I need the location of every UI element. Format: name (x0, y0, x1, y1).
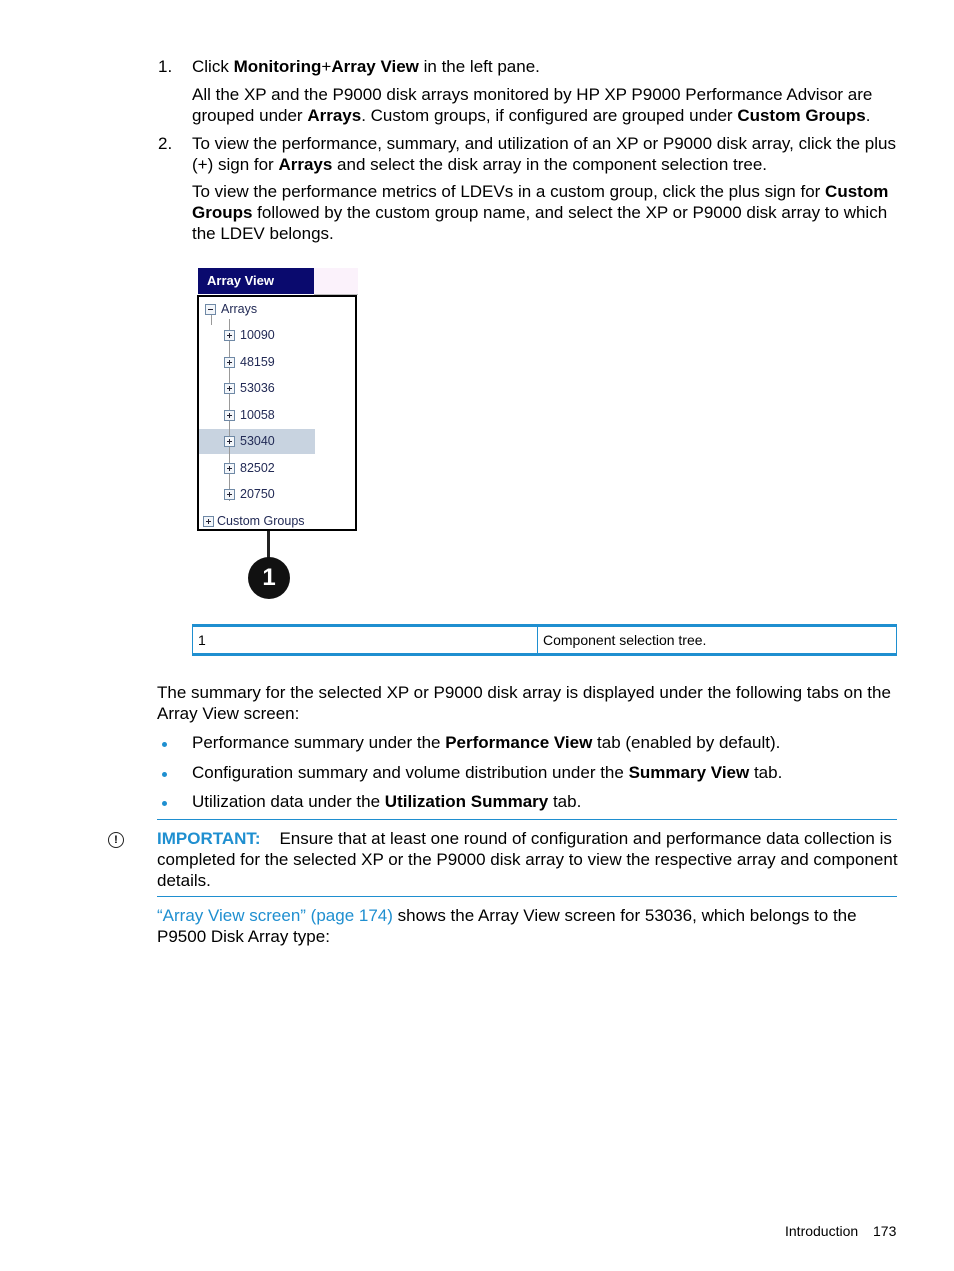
tab-name: Performance View (445, 733, 593, 752)
text: tab. (749, 763, 783, 782)
step-1-text: Click Monitoring+Array View in the left … (192, 56, 902, 77)
array-view-screen-link[interactable]: “Array View screen” (page 174) (157, 906, 393, 925)
expand-icon[interactable] (224, 357, 235, 368)
bullet-item: Utilization data under the Utilization S… (192, 791, 581, 812)
expand-icon[interactable] (224, 383, 235, 394)
text: tab (enabled by default). (592, 733, 781, 752)
bullet-icon (162, 801, 167, 806)
expand-icon[interactable] (224, 436, 235, 447)
footer-section: Introduction (785, 1223, 859, 1239)
text: Click (192, 57, 234, 76)
tree-node-array[interactable]: 10090 (224, 325, 275, 345)
tree-node-array[interactable]: 10058 (224, 405, 275, 425)
tab-name: Summary View (628, 763, 750, 782)
tree-node-array[interactable]: 48159 (224, 352, 275, 372)
bullet-icon (162, 772, 167, 777)
component-selection-tree: Arrays 10090 48159 53036 10058 53040 825… (197, 295, 357, 531)
callout-legend-table: 1 Component selection tree. (192, 624, 897, 656)
text: To view the performance metrics of LDEVs… (192, 182, 826, 201)
node-label: Custom Groups (217, 514, 305, 528)
text: tab. (548, 792, 582, 811)
expand-icon[interactable] (224, 330, 235, 341)
text: . Custom groups, if configured are group… (361, 106, 738, 125)
node-label: 20750 (240, 487, 275, 501)
callout-marker: 1 (248, 557, 290, 599)
node-label: 53040 (240, 434, 275, 448)
step-2-text: To view the performance, summary, and ut… (192, 133, 897, 175)
important-note: IMPORTANT: Ensure that at least one roun… (157, 828, 902, 891)
important-icon: ! (108, 832, 124, 848)
node-label: Arrays (221, 302, 258, 316)
collapse-icon[interactable] (205, 304, 216, 315)
important-label: IMPORTANT: (157, 829, 261, 848)
text: followed by the custom group name, and s… (192, 203, 888, 243)
tree-node-array[interactable]: 82502 (224, 458, 275, 478)
step-2-detail: To view the performance metrics of LDEVs… (192, 181, 902, 244)
table-row: 1 Component selection tree. (192, 625, 897, 655)
node-label: 10058 (240, 408, 275, 422)
bullet-icon (162, 742, 167, 747)
divider (157, 896, 897, 897)
important-text: Ensure that at least one round of config… (157, 829, 898, 890)
callout-description: Component selection tree. (537, 625, 897, 655)
text: Performance summary under the (192, 733, 446, 752)
page-number: 173 (873, 1223, 897, 1239)
array-view-header: Array View (198, 268, 314, 294)
bullet-item: Configuration summary and volume distrib… (192, 762, 782, 783)
menu-monitoring: Monitoring (233, 57, 322, 76)
tab-name: Utilization Summary (384, 792, 549, 811)
text: Configuration summary and volume distrib… (192, 763, 629, 782)
header-extension (314, 268, 358, 295)
text: + (321, 57, 332, 76)
step-1-detail: All the XP and the P9000 disk arrays mon… (192, 84, 902, 126)
bold-term: Arrays (278, 155, 333, 174)
divider (157, 819, 897, 820)
expand-icon[interactable] (224, 410, 235, 421)
tree-node-array-selected[interactable]: 53040 (224, 431, 275, 451)
text: Utilization data under the (192, 792, 385, 811)
step-2-number: 2. (158, 134, 173, 153)
node-label: 48159 (240, 355, 275, 369)
tree-node-array[interactable]: 20750 (224, 484, 275, 504)
bold-term: Custom Groups (737, 106, 866, 125)
tree-node-array[interactable]: 53036 (224, 378, 275, 398)
expand-icon[interactable] (224, 463, 235, 474)
text: and select the disk array in the compone… (332, 155, 768, 174)
menu-array-view: Array View (331, 57, 419, 76)
text: . (865, 106, 871, 125)
node-label: 82502 (240, 461, 275, 475)
text: in the left pane. (418, 57, 540, 76)
callout-number: 1 (192, 625, 538, 655)
node-label: 10090 (240, 328, 275, 342)
reference-paragraph: “Array View screen” (page 174) shows the… (157, 905, 897, 947)
bullet-item: Performance summary under the Performanc… (192, 732, 780, 753)
bold-term: Arrays (307, 106, 362, 125)
expand-icon[interactable] (224, 489, 235, 500)
node-label: 53036 (240, 381, 275, 395)
expand-icon[interactable] (203, 516, 214, 527)
tree-node-arrays[interactable]: Arrays (205, 299, 257, 319)
tree-node-custom-groups[interactable]: Custom Groups (203, 511, 305, 531)
step-1-number: 1. (158, 57, 173, 76)
callout-line (267, 531, 270, 558)
summary-intro: The summary for the selected XP or P9000… (157, 683, 891, 723)
